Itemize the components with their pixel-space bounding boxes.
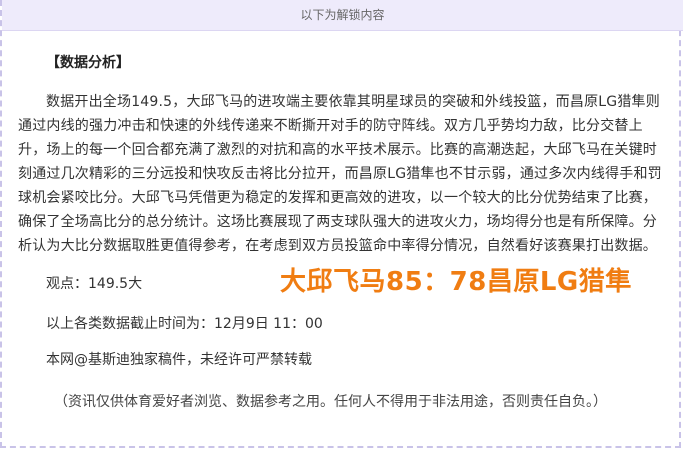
cutoff-time: 以上各类数据截止时间为：12月9日 11：00 — [46, 316, 323, 332]
viewpoint-row: 观点：149.5大 大邱飞马85：78昌原LG猎隼 — [18, 267, 668, 298]
disclaimer: （资讯仅供体育爱好者浏览、数据参考之用。任何人不得用于非法用途，否则责任自负。） — [54, 394, 607, 410]
copyright-notice: 本网@基斯迪独家稿件，未经许可严禁转载 — [46, 352, 312, 368]
section-title: 【数据分析】 — [46, 55, 130, 71]
score-banner: 大邱飞马85：78昌原LG猎隼 — [280, 267, 632, 297]
unlock-banner: 以下为解锁内容 — [2, 0, 683, 31]
unlock-content-frame: 以下为解锁内容 【数据分析】 数据开出全场149.5，大邱飞马的进攻端主要依靠其… — [0, 0, 683, 448]
analysis-paragraph: 数据开出全场149.5，大邱飞马的进攻端主要依靠其明星球员的突破和外线投篮，而昌… — [18, 94, 662, 254]
viewpoint-text: 观点：149.5大 — [46, 276, 143, 292]
article-content: 【数据分析】 数据开出全场149.5，大邱飞马的进攻端主要依靠其明星球员的突破和… — [18, 40, 668, 412]
